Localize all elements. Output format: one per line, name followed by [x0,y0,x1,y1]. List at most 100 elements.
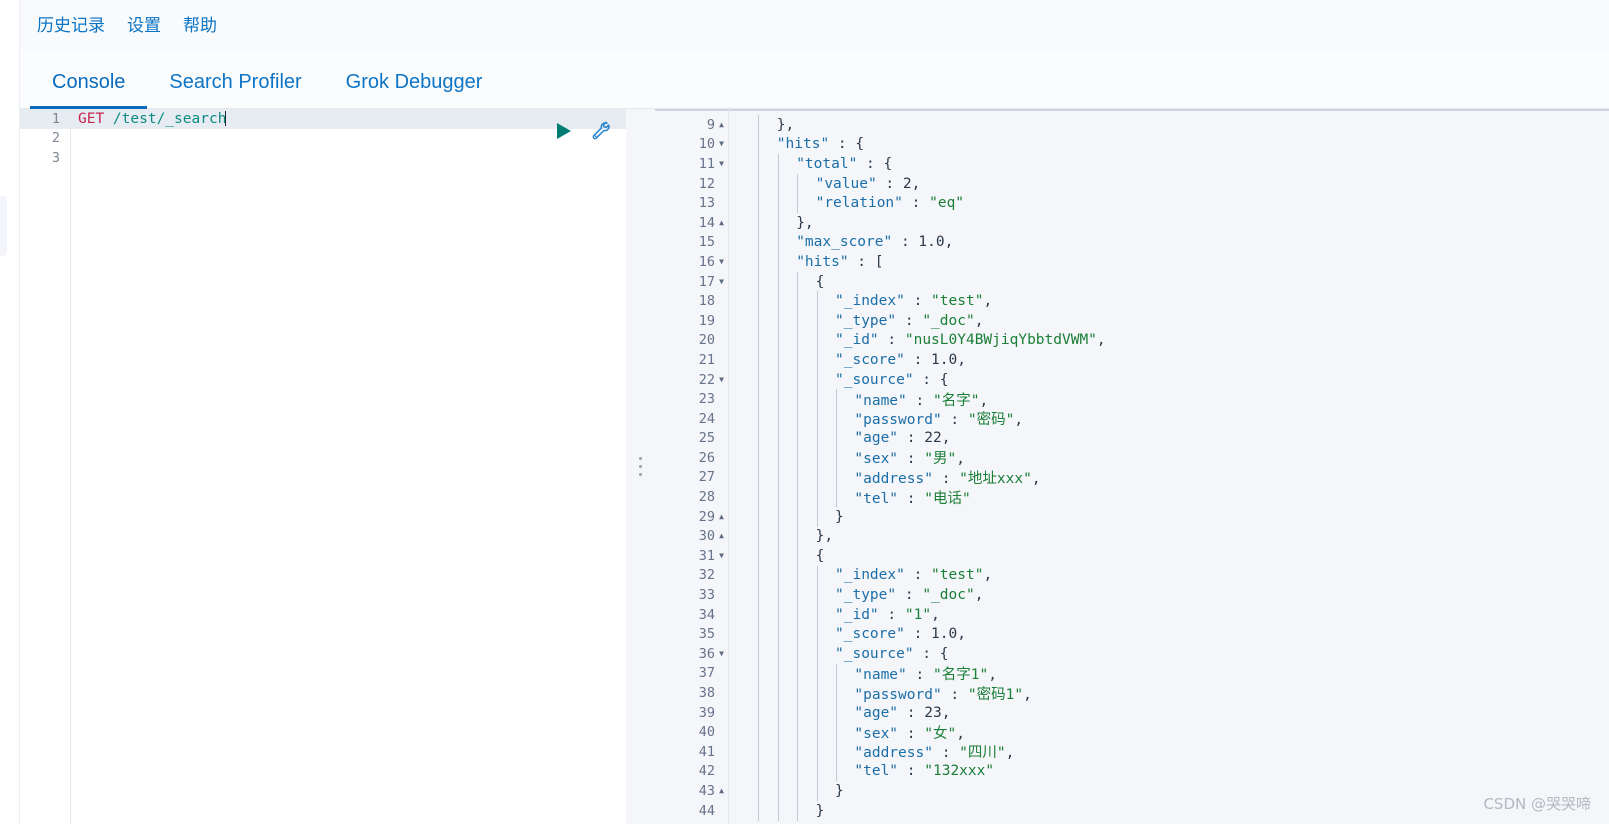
fold-down-icon[interactable]: ▼ [715,375,728,384]
response-line-text: "_index" : "test", [835,293,993,310]
response-line: 35 "_score" : 1.0, [655,624,1609,644]
response-line: 15 "max_score" : 1.0, [655,233,1609,253]
response-line-number: 24 [698,410,715,427]
tab-search-profiler[interactable]: Search Profiler [147,71,323,108]
tab-grok-debugger[interactable]: Grok Debugger [324,71,505,108]
drag-handle-dots-icon[interactable] [639,457,642,476]
editor-line[interactable]: 2 [20,129,626,149]
response-line: 43 ▲} [655,781,1609,801]
response-line: 10 ▼ "hits" : { [655,135,1609,155]
response-line-text: "_source" : { [835,371,949,388]
response-line-number: 30 [698,528,715,545]
response-line: 31 ▼ { [655,546,1609,566]
response-line: 33 "_type" : "_doc", [655,585,1609,605]
response-line-number: 27 [698,469,715,486]
response-line: 29 ▲} [655,507,1609,527]
response-line-number: 21 [698,351,715,368]
response-line-number: 15 [698,234,715,251]
response-line-text: }, [776,116,795,133]
response-code-area: 9 ▲}, 10 ▼ "hits" : {11 ▼ "total" : {12 "value"… [655,115,1609,820]
response-line-text: "password" : "密码", [854,412,1024,429]
response-line-text: "address" : "地址xxx", [854,470,1041,487]
response-line: 12 "value" : 2, [655,174,1609,194]
fold-down-icon[interactable]: ▼ [715,257,728,266]
fold-down-icon[interactable]: ▼ [715,551,728,560]
request-editor-pane[interactable]: 1 GET /test/_search 2 3 [20,109,626,824]
response-line-text: "value" : 2, [815,175,921,192]
response-line-text: } [815,802,825,819]
menu-help[interactable]: 帮助 [172,12,228,41]
response-line-number: 33 [698,587,715,604]
menu-history[interactable]: 历史记录 [26,12,116,41]
left-rail-collapsed-panel-handle[interactable] [0,196,7,256]
text-caret [225,110,227,126]
fold-down-icon[interactable]: ▼ [715,159,728,168]
response-line-number: 37 [698,665,715,682]
response-line-text: "name" : "名字1", [854,666,997,683]
response-line-text: "age" : 23, [854,704,951,721]
editor-action-buttons [553,120,612,142]
response-line-text: "_score" : 1.0, [835,351,966,368]
response-line-number: 40 [698,724,715,741]
response-line-text: "_type" : "_doc", [835,312,984,329]
response-line: 42 "tel" : "132xxx" [655,762,1609,782]
response-line-text: { [815,547,825,564]
main-split-area: 1 GET /test/_search 2 3 9 ▲}, 10 ▼ "hit… [20,109,1609,824]
response-line: 25 "age" : 22, [655,429,1609,449]
response-line-number: 22 [698,371,715,388]
response-line-text: "_id" : "nusL0Y4BWjiqYbbtdVWM", [835,332,1106,349]
response-line: 9 ▲}, [655,115,1609,135]
editor-line[interactable]: 1 GET /test/_search [20,109,626,129]
fold-up-icon[interactable]: ▲ [715,218,728,227]
tab-console[interactable]: Console [30,71,148,109]
response-line-number: 31 [698,547,715,564]
pane-splitter[interactable] [626,109,655,824]
response-line: 20 "_id" : "nusL0Y4BWjiqYbbtdVWM", [655,331,1609,351]
fold-up-icon[interactable]: ▲ [715,786,728,795]
open-documentation-wrench-icon[interactable] [590,120,612,142]
response-line-text: "password" : "密码1", [854,686,1032,703]
response-line-text: "tel" : "132xxx" [854,763,995,780]
response-line-text: "_index" : "test", [835,567,993,584]
request-code-area[interactable]: 1 GET /test/_search 2 3 [20,109,626,824]
response-line-text: } [835,508,844,525]
response-line-number: 42 [698,763,715,780]
response-line: 28 "tel" : "电话" [655,487,1609,507]
response-line-text: "name" : "名字", [854,392,989,409]
play-request-icon[interactable] [553,121,573,141]
response-line-number: 32 [698,567,715,584]
response-line-text: "_source" : { [835,645,949,662]
response-line-number: 11 [698,155,715,172]
editor-line[interactable]: 3 [20,148,626,168]
response-line-number: 14 [698,214,715,231]
fold-up-icon[interactable]: ▲ [715,532,728,540]
response-line: 34 "_id" : "1", [655,605,1609,625]
response-line: 13 "relation" : "eq" [655,193,1609,213]
response-line-text: "age" : 22, [854,430,951,447]
response-top-border [655,109,1609,111]
response-line-text: "sex" : "女", [854,725,965,742]
response-line: 37 "name" : "名字1", [655,664,1609,684]
fold-up-icon[interactable]: ▲ [715,512,728,521]
response-line-number: 18 [698,293,715,310]
left-rail [0,0,20,824]
menu-bar: 历史记录 设置 帮助 [20,0,1609,52]
response-line-number: 19 [698,312,715,329]
response-line-text: "_type" : "_doc", [835,587,984,604]
response-line-number: 13 [698,195,715,212]
response-line-number: 25 [698,430,715,447]
kibana-dev-tools-console: 历史记录 设置 帮助 Console Search Profiler Grok Debu… [0,0,1609,824]
response-line: 14 ▲}, [655,213,1609,233]
fold-down-icon[interactable]: ▼ [715,649,728,658]
response-line-text: }, [815,528,834,545]
response-line: 11 ▼ "total" : { [655,154,1609,174]
response-pane[interactable]: 9 ▲}, 10 ▼ "hits" : {11 ▼ "total" : {12 "value"… [655,109,1609,824]
fold-down-icon[interactable]: ▼ [715,140,728,148]
response-line: 44} [655,801,1609,821]
fold-down-icon[interactable]: ▼ [715,277,728,286]
response-line: 26 "sex" : "男", [655,448,1609,468]
response-line-text: "hits" : { [776,136,865,153]
menu-settings[interactable]: 设置 [116,12,172,41]
fold-up-icon[interactable]: ▲ [715,120,728,129]
response-line-text: "hits" : [ [796,253,884,270]
